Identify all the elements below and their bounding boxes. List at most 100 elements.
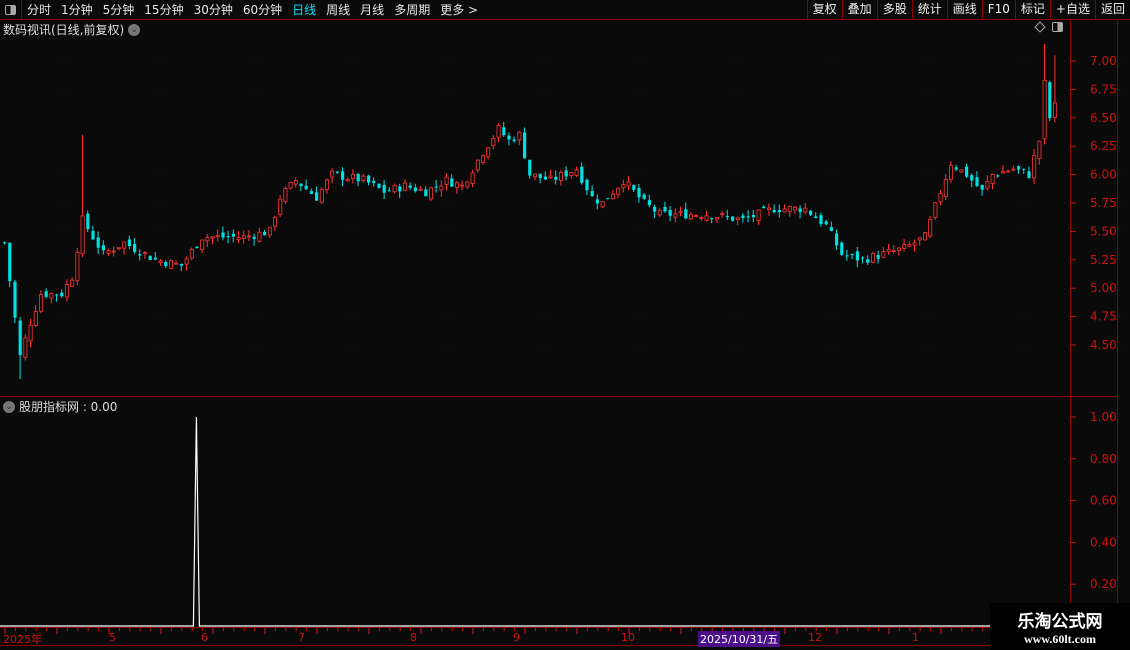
- grid-dot: [735, 60, 737, 62]
- candle: [845, 255, 849, 257]
- candle: [762, 206, 766, 209]
- panel-icon[interactable]: [1052, 22, 1063, 32]
- candle: [1037, 140, 1042, 159]
- y-tick-label: 6.50: [1090, 111, 1117, 125]
- grid-dot: [639, 287, 641, 289]
- candle: [80, 215, 85, 255]
- grid-dot: [639, 344, 641, 346]
- grid-dot: [159, 145, 161, 147]
- grid-dot: [447, 287, 449, 289]
- candle: [402, 182, 407, 192]
- candle: [382, 184, 386, 193]
- candle: [168, 260, 173, 269]
- grid-dot: [63, 316, 65, 318]
- grid-dot: [543, 60, 545, 62]
- candle: [782, 208, 787, 213]
- candle: [96, 237, 100, 248]
- candle: [91, 230, 95, 240]
- candle: [777, 209, 781, 213]
- grid-dot: [351, 230, 353, 232]
- grid-dot: [351, 259, 353, 261]
- candle: [996, 175, 1000, 177]
- grid-dot: [1023, 316, 1025, 318]
- candle: [590, 190, 594, 197]
- y-tick-label: 4.75: [1090, 310, 1117, 324]
- candle: [606, 198, 610, 200]
- candle: [523, 132, 527, 159]
- candle: [55, 294, 59, 296]
- grid-dot: [159, 287, 161, 289]
- candle: [319, 189, 324, 203]
- candle: [502, 127, 506, 136]
- grid-dot: [1023, 344, 1025, 346]
- candle: [18, 320, 22, 355]
- grid-dot: [831, 88, 833, 90]
- candle: [980, 184, 984, 190]
- candle: [330, 170, 335, 178]
- time-axis-label: 12: [808, 631, 822, 644]
- candle: [246, 235, 251, 238]
- grid-dot: [159, 202, 161, 204]
- candle: [470, 172, 475, 184]
- grid-dot: [351, 88, 353, 90]
- grid-dot: [447, 202, 449, 204]
- diamond-icon[interactable]: [1034, 21, 1046, 33]
- candle: [153, 257, 157, 260]
- candle: [1011, 168, 1016, 171]
- grid-dot: [255, 316, 257, 318]
- grid-dot: [351, 344, 353, 346]
- candle: [580, 166, 584, 183]
- grid-dot: [351, 145, 353, 147]
- grid-dot: [255, 344, 257, 346]
- grid-dot: [159, 117, 161, 119]
- candle: [392, 184, 397, 193]
- candle: [465, 181, 470, 188]
- candle: [731, 216, 735, 221]
- candle: [642, 194, 646, 199]
- chevron-down-icon[interactable]: ⌄: [128, 23, 141, 36]
- time-axis-label: 6: [201, 631, 208, 644]
- grid-dot: [927, 316, 929, 318]
- y-tick-label: 5.50: [1090, 224, 1117, 238]
- chevron-down-icon[interactable]: ⌄: [3, 400, 15, 413]
- candle: [241, 235, 246, 239]
- grid-dot: [543, 230, 545, 232]
- y-tick-label: 6.75: [1090, 82, 1117, 96]
- candle: [861, 257, 865, 259]
- candle: [809, 210, 813, 215]
- candle: [356, 173, 360, 182]
- candle: [434, 186, 438, 188]
- candle: [367, 175, 371, 183]
- candle: [917, 237, 922, 241]
- indicator-line: [0, 416, 1070, 627]
- candle: [616, 187, 621, 195]
- candle: [538, 173, 542, 178]
- candle: [746, 216, 750, 218]
- candle: [424, 189, 428, 197]
- candle: [288, 181, 293, 189]
- candle: [533, 173, 538, 178]
- grid-dot: [1023, 202, 1025, 204]
- time-axis-label: 9: [513, 631, 520, 644]
- candle: [1027, 171, 1031, 178]
- candle: [361, 175, 366, 182]
- grid-dot: [543, 287, 545, 289]
- candle: [1017, 166, 1021, 170]
- candle: [528, 159, 532, 176]
- candle: [715, 217, 720, 220]
- grid-dot: [351, 117, 353, 119]
- candle: [1022, 168, 1026, 170]
- candle: [226, 236, 230, 238]
- candle: [517, 131, 522, 141]
- candle: [574, 169, 579, 176]
- candle: [138, 254, 142, 256]
- candle: [272, 216, 277, 227]
- candle: [278, 198, 283, 215]
- grid-dot: [255, 174, 257, 176]
- kline-chart[interactable]: 7.00 6.75 6.50 6.25 6.00 5.75 5.50 5.25 5.00 4.75…: [0, 0, 1130, 650]
- candle: [23, 337, 28, 358]
- candle: [897, 247, 902, 251]
- candle: [195, 246, 199, 249]
- candle: [70, 279, 75, 287]
- watermark-logo: 乐淘公式网 www.60lt.com: [990, 603, 1130, 650]
